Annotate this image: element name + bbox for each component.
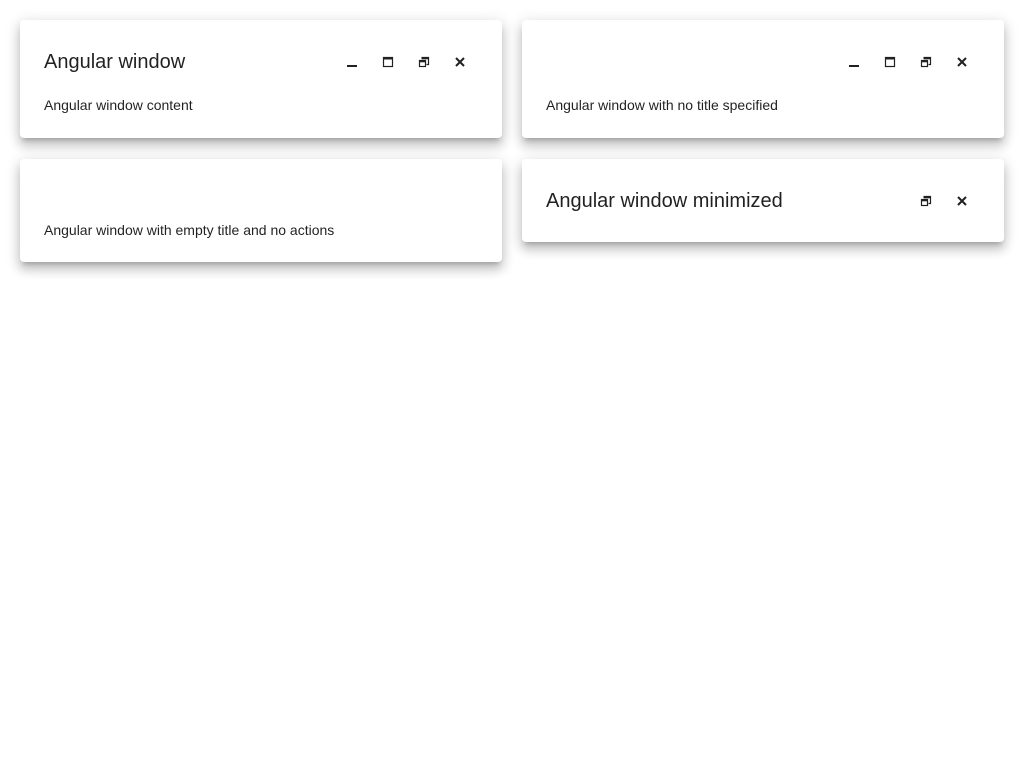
window-actions [334, 44, 478, 80]
window-content: Angular window content [44, 97, 193, 113]
maximize-button[interactable] [872, 44, 908, 80]
restore-button[interactable] [406, 44, 442, 80]
minimize-icon [347, 65, 357, 67]
maximize-icon [884, 56, 896, 68]
maximize-button[interactable] [370, 44, 406, 80]
minimize-button[interactable] [334, 44, 370, 80]
close-icon [455, 57, 465, 67]
angular-window-empty-title-no-actions: Angular window with empty title and no a… [20, 159, 502, 262]
restore-icon [920, 56, 932, 68]
window-title: Angular window minimized [546, 190, 783, 212]
restore-button[interactable] [908, 44, 944, 80]
maximize-icon [382, 56, 394, 68]
window-actions [836, 44, 980, 80]
minimize-icon [849, 65, 859, 67]
restore-button[interactable] [908, 183, 944, 219]
close-icon [957, 57, 967, 67]
angular-window-minimized: Angular window minimized [522, 159, 1004, 242]
restore-icon [920, 195, 932, 207]
window-content: Angular window with empty title and no a… [44, 222, 335, 238]
window-content: Angular window with no title specified [546, 97, 778, 113]
angular-window-no-title: Angular window with no title specified [522, 20, 1004, 138]
close-icon [957, 196, 967, 206]
close-button[interactable] [944, 44, 980, 80]
angular-window: Angular window Angular window content [20, 20, 502, 138]
close-button[interactable] [442, 44, 478, 80]
minimize-button[interactable] [836, 44, 872, 80]
close-button[interactable] [944, 183, 980, 219]
window-actions [908, 183, 980, 219]
window-title: Angular window [44, 51, 186, 73]
restore-icon [418, 56, 430, 68]
